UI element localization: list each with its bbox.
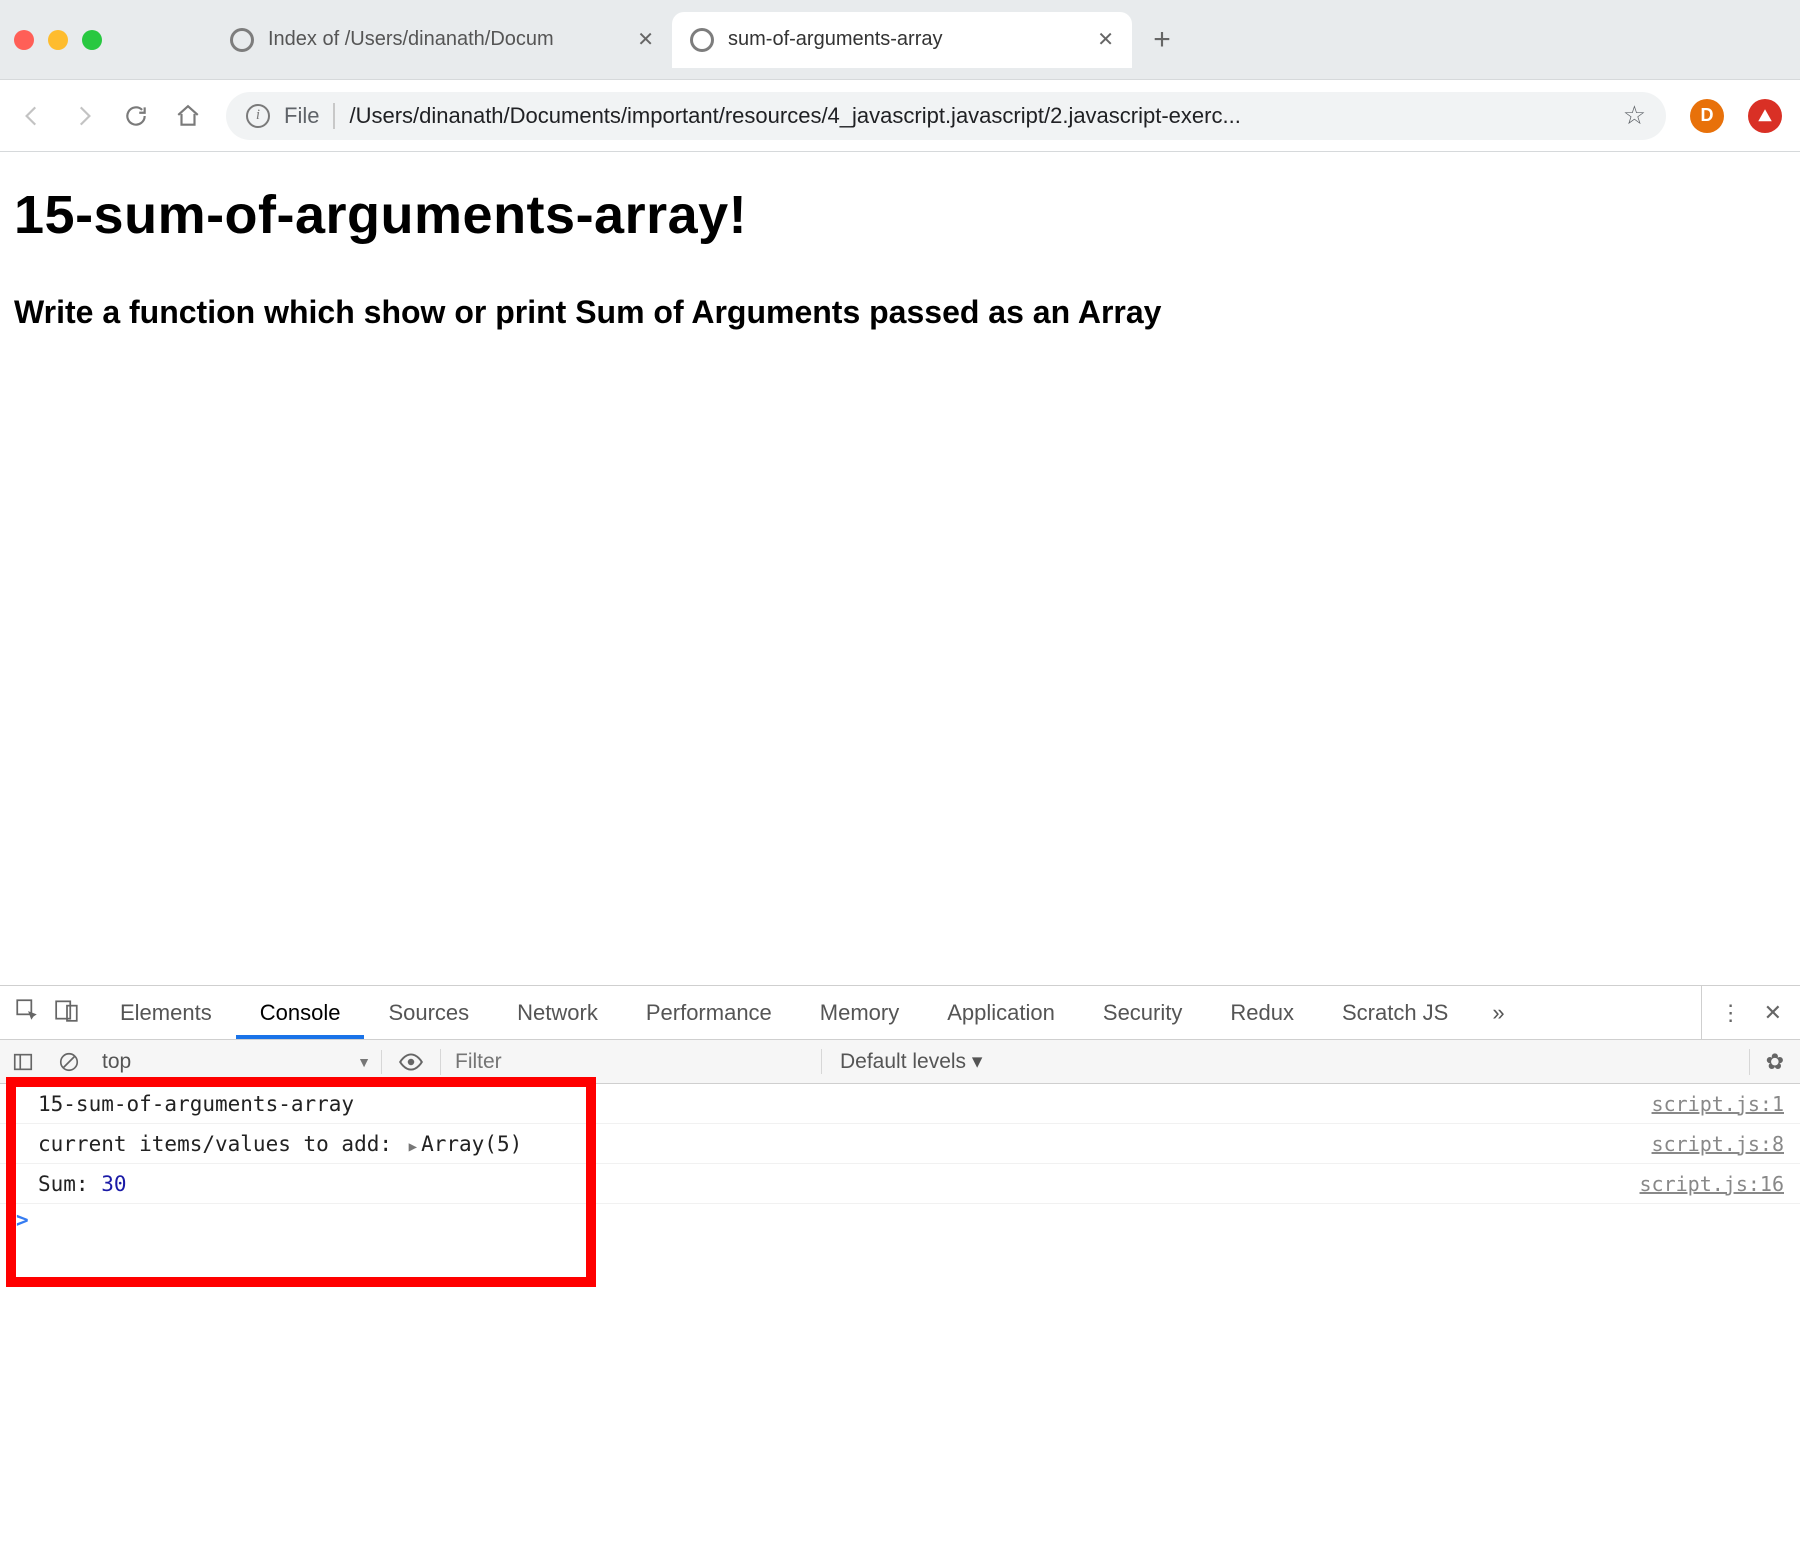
back-button[interactable] <box>18 102 46 130</box>
page-heading: 15-sum-of-arguments-array! <box>14 184 1786 246</box>
site-info-icon[interactable]: i <box>246 104 270 128</box>
execution-context-selector[interactable]: top ▼ <box>92 1050 382 1074</box>
reload-button[interactable] <box>122 102 150 130</box>
chevron-down-icon: ▼ <box>357 1054 371 1070</box>
devtools-tab-redux[interactable]: Redux <box>1206 986 1318 1039</box>
log-levels-selector[interactable]: Default levels ▾ <box>821 1049 1000 1074</box>
devtools-tab-sources[interactable]: Sources <box>364 986 493 1039</box>
devtools-right-controls: ⋮ ✕ <box>1701 986 1800 1039</box>
context-label: top <box>102 1050 131 1074</box>
separator <box>333 103 335 129</box>
console-row: current items/values to add: ▶Array(5)sc… <box>0 1124 1800 1164</box>
console-source-link[interactable]: script.js:1 <box>1652 1092 1784 1116</box>
close-window-dot[interactable] <box>14 30 34 50</box>
devtools-tab-application[interactable]: Application <box>923 986 1079 1039</box>
close-tab-icon[interactable]: ✕ <box>637 27 654 52</box>
console-output: 15-sum-of-arguments-arrayscript.js:1curr… <box>0 1084 1800 1232</box>
console-message: current items/values to add: ▶Array(5) <box>38 1132 1652 1156</box>
minimize-window-dot[interactable] <box>48 30 68 50</box>
devtools-tab-scratch-js[interactable]: Scratch JS <box>1318 986 1472 1039</box>
expand-arrow-icon[interactable]: ▶ <box>409 1139 417 1155</box>
profile-avatar[interactable]: D <box>1690 99 1724 133</box>
home-button[interactable] <box>174 102 202 130</box>
zoom-window-dot[interactable] <box>82 30 102 50</box>
forward-button[interactable] <box>70 102 98 130</box>
address-bar[interactable]: i File /Users/dinanath/Documents/importa… <box>226 92 1666 140</box>
globe-icon <box>690 28 714 52</box>
live-expression-icon[interactable] <box>382 1049 441 1075</box>
devtools-panel: ElementsConsoleSourcesNetworkPerformance… <box>0 985 1800 1550</box>
console-message: Sum: 30 <box>38 1172 1640 1196</box>
devtools-tab-strip: ElementsConsoleSourcesNetworkPerformance… <box>0 986 1800 1040</box>
page-content: 15-sum-of-arguments-array! Write a funct… <box>0 152 1800 331</box>
devtools-tab-network[interactable]: Network <box>493 986 622 1039</box>
url-text: /Users/dinanath/Documents/important/reso… <box>349 103 1604 129</box>
tab-title: sum-of-arguments-array <box>728 28 1083 51</box>
console-toolbar: top ▼ Default levels ▾ ✿ <box>0 1040 1800 1084</box>
clear-console-icon[interactable] <box>46 1051 92 1073</box>
tab-title: Index of /Users/dinanath/Docum <box>268 28 623 51</box>
inspect-element-icon[interactable] <box>14 997 40 1029</box>
bookmark-star-icon[interactable]: ☆ <box>1623 100 1646 131</box>
console-source-link[interactable]: script.js:8 <box>1652 1132 1784 1156</box>
console-row: Sum: 30script.js:16 <box>0 1164 1800 1204</box>
devtools-top-left-controls <box>0 986 96 1039</box>
extension-badge-icon[interactable] <box>1748 99 1782 133</box>
browser-toolbar: i File /Users/dinanath/Documents/importa… <box>0 80 1800 152</box>
devtools-tab-security[interactable]: Security <box>1079 986 1206 1039</box>
new-tab-button[interactable]: + <box>1142 23 1182 57</box>
devtools-tab-memory[interactable]: Memory <box>796 986 923 1039</box>
browser-tab-active[interactable]: sum-of-arguments-array ✕ <box>672 12 1132 68</box>
console-settings-icon[interactable]: ✿ <box>1749 1049 1800 1075</box>
console-filter-input[interactable] <box>455 1050 807 1074</box>
console-number: 30 <box>101 1172 126 1196</box>
devtools-tab-elements[interactable]: Elements <box>96 986 236 1039</box>
console-message: 15-sum-of-arguments-array <box>38 1092 1652 1116</box>
window-traffic-lights <box>14 30 102 50</box>
browser-tab-bar: Index of /Users/dinanath/Docum ✕ sum-of-… <box>0 0 1800 80</box>
browser-tab-inactive[interactable]: Index of /Users/dinanath/Docum ✕ <box>212 12 672 68</box>
devtools-close-icon[interactable]: ✕ <box>1764 1000 1782 1026</box>
devtools-tab-console[interactable]: Console <box>236 986 365 1039</box>
console-filter[interactable] <box>441 1050 821 1074</box>
console-sidebar-toggle-icon[interactable] <box>0 1051 46 1073</box>
device-toolbar-icon[interactable] <box>54 997 80 1029</box>
devtools-tab-performance[interactable]: Performance <box>622 986 796 1039</box>
console-source-link[interactable]: script.js:16 <box>1640 1172 1785 1196</box>
devtools-tabs-overflow[interactable]: » <box>1472 986 1524 1039</box>
page-subheading: Write a function which show or print Sum… <box>14 294 1786 331</box>
url-protocol: File <box>284 103 319 129</box>
console-prompt[interactable]: > <box>0 1204 1800 1232</box>
globe-icon <box>230 28 254 52</box>
devtools-more-icon[interactable]: ⋮ <box>1720 1000 1742 1026</box>
close-tab-icon[interactable]: ✕ <box>1097 27 1114 52</box>
console-row: 15-sum-of-arguments-arrayscript.js:1 <box>0 1084 1800 1124</box>
